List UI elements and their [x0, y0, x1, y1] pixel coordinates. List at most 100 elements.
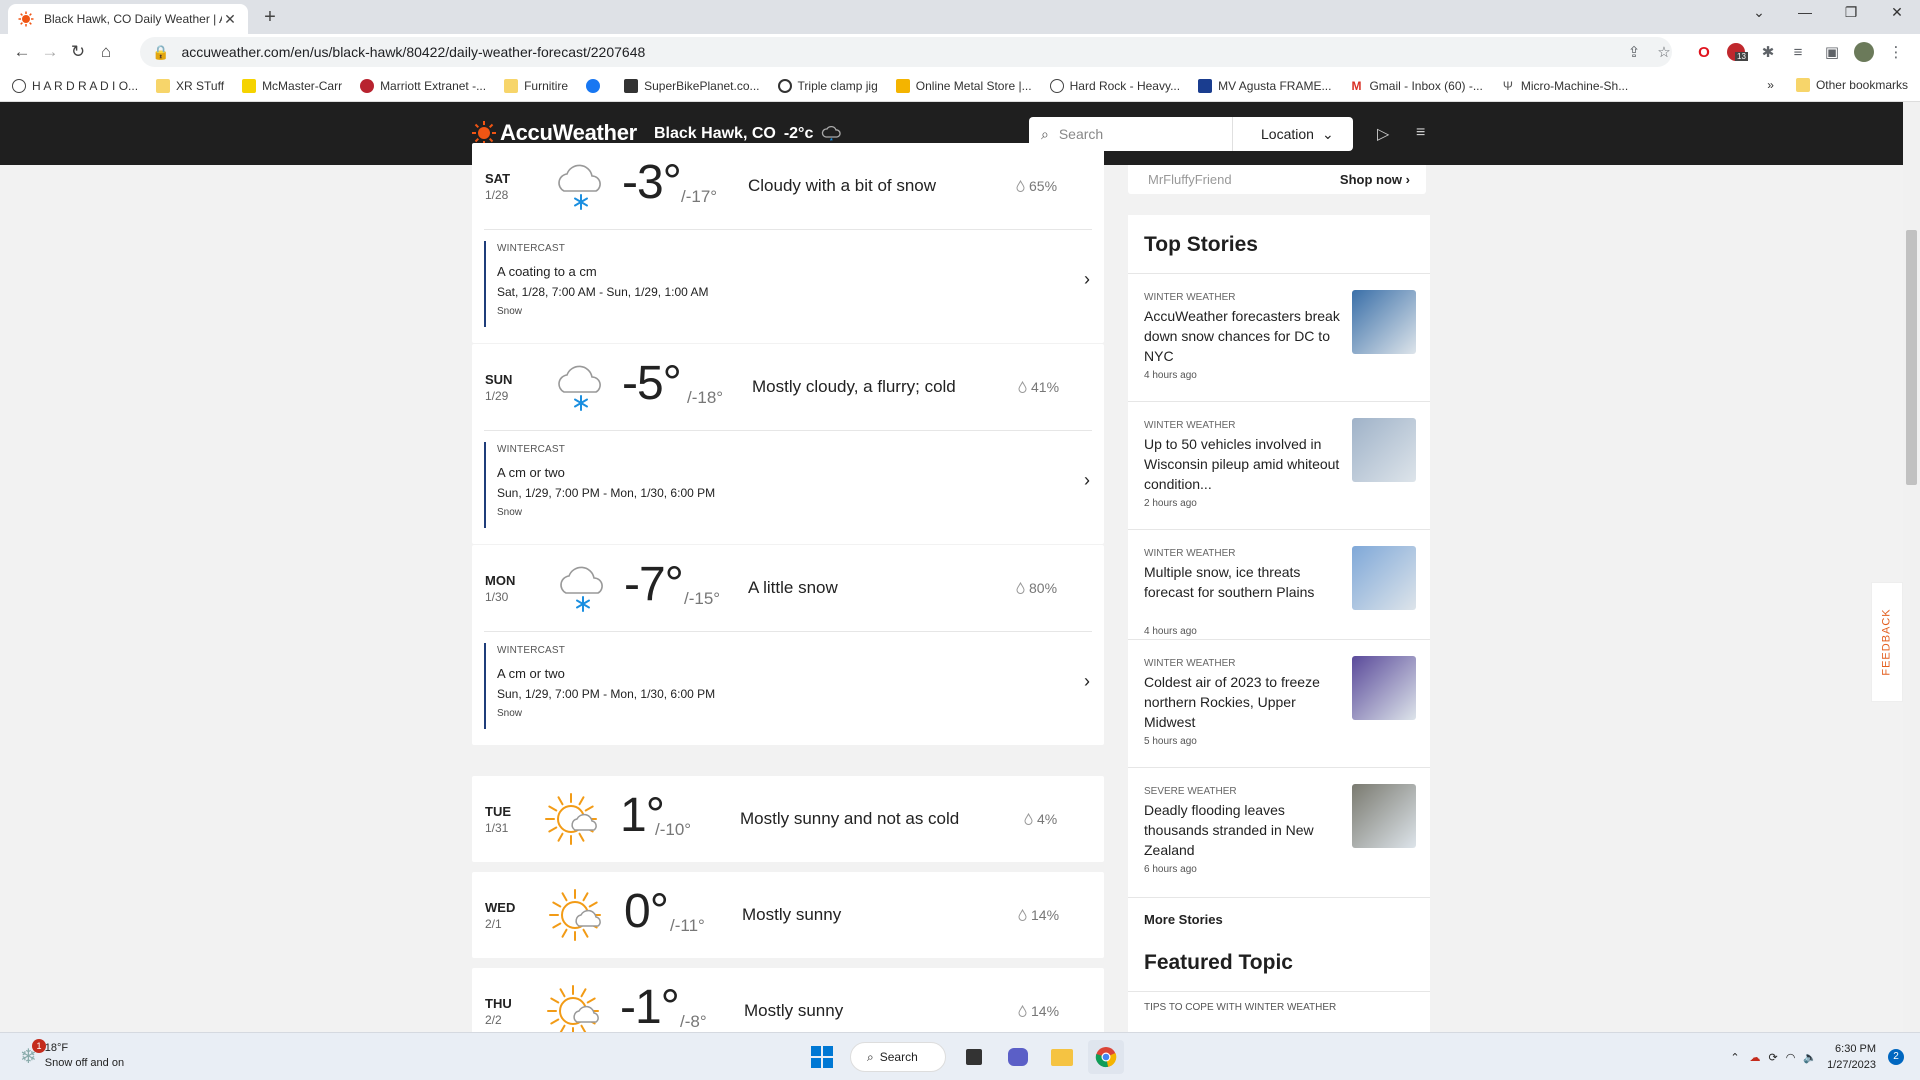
raindrop-icon	[1018, 909, 1027, 921]
bookmark-item[interactable]	[586, 78, 606, 93]
taskbar-search[interactable]: ⌕ Search	[850, 1042, 946, 1072]
shop-now-link[interactable]: Shop now ›	[1340, 172, 1410, 187]
forecast-day-row[interactable]: WED 2/1 0°/-11° Mostly sunny 14%	[472, 872, 1104, 958]
reload-icon[interactable]: ↻	[64, 38, 92, 66]
forecast-card[interactable]: TUE 1/31 1°/-10° Mostly sunny and not as co…	[472, 776, 1104, 862]
video-icon[interactable]: ▷	[1377, 124, 1389, 144]
story-headline[interactable]: Deadly flooding leaves thousands strande…	[1144, 800, 1344, 860]
story-headline[interactable]: Up to 50 vehicles involved in Wisconsin …	[1144, 434, 1344, 494]
story-item[interactable]: WINTER WEATHER Coldest air of 2023 to fre…	[1128, 640, 1430, 768]
story-thumbnail[interactable]	[1352, 656, 1416, 720]
wintercast-panel[interactable]: WINTERCAST A coating to a cm Sat, 1/28, 7:…	[472, 229, 1104, 343]
bookmark-item[interactable]: Online Metal Store |...	[895, 78, 1032, 93]
forecast-card[interactable]: MON 1/30 -7°/-15° A little snow 80% WINTERCAS…	[472, 545, 1104, 745]
file-explorer-icon[interactable]	[1044, 1040, 1080, 1074]
bookmark-item[interactable]: M Gmail - Inbox (60) -...	[1349, 79, 1482, 93]
search-icon: ⌕	[1041, 125, 1049, 142]
chevron-right-icon[interactable]: ›	[1084, 671, 1090, 692]
forecast-day-row[interactable]: THU 2/2 -1°/-8° Mostly sunny 14%	[472, 968, 1104, 1032]
scrollbar[interactable]	[1903, 102, 1920, 1032]
story-headline[interactable]: Multiple snow, ice threats forecast for …	[1144, 562, 1344, 602]
bookmark-item[interactable]: MV Agusta FRAME...	[1198, 78, 1331, 93]
chrome-icon[interactable]	[1088, 1040, 1124, 1074]
search-divider	[1232, 117, 1233, 151]
story-thumbnail[interactable]	[1352, 418, 1416, 482]
scrollbar-thumb[interactable]	[1906, 230, 1917, 485]
story-headline[interactable]: AccuWeather forecasters break down snow …	[1144, 306, 1344, 366]
current-location[interactable]: Black Hawk, CO -2°c *	[654, 124, 843, 144]
story-item[interactable]: WINTER WEATHER AccuWeather forecasters br…	[1128, 274, 1430, 402]
wifi-icon[interactable]: ◠	[1786, 1051, 1796, 1064]
forecast-day-row[interactable]: MON 1/30 -7°/-15° A little snow 80%	[472, 545, 1104, 631]
forecast-day-row[interactable]: SUN 1/29 -5° /-18° Mostly cloudy, a flurry; …	[472, 344, 1104, 430]
featured-topic-item[interactable]: TIPS TO COPE WITH WINTER WEATHER	[1128, 992, 1430, 1023]
forward-icon[interactable]: →	[36, 38, 64, 66]
wintercast-panel[interactable]: WINTERCAST A cm or two Sun, 1/29, 7:00 PM …	[472, 430, 1104, 544]
task-view-icon[interactable]	[956, 1040, 992, 1074]
teams-chat-icon[interactable]	[1000, 1040, 1036, 1074]
browser-tab[interactable]: Black Hawk, CO Daily Weather | A ✕	[8, 4, 248, 34]
opera-extension-icon[interactable]: O	[1692, 40, 1716, 64]
other-bookmarks[interactable]: Other bookmarks	[1816, 78, 1908, 92]
story-item[interactable]: SEVERE WEATHER Deadly flooding leaves tho…	[1128, 768, 1430, 898]
ad-banner[interactable]: MrFluffyFriend Shop now ›	[1128, 165, 1426, 194]
forecast-day-row[interactable]: TUE 1/31 1°/-10° Mostly sunny and not as co…	[472, 776, 1104, 862]
minimize-button[interactable]: —	[1790, 4, 1820, 20]
location-dropdown[interactable]: Location ⌄	[1261, 126, 1334, 143]
forecast-card[interactable]: SUN 1/29 -5° /-18° Mostly cloudy, a flurry; …	[472, 344, 1104, 544]
clock[interactable]: 6:30 PM 1/27/2023	[1827, 1041, 1876, 1073]
forecast-card[interactable]: THU 2/2 -1°/-8° Mostly sunny 14%	[472, 968, 1104, 1032]
bookmark-item[interactable]: XR STuff	[156, 78, 224, 93]
story-thumbnail[interactable]	[1352, 784, 1416, 848]
bookmark-item[interactable]: Marriott Extranet -...	[360, 78, 486, 93]
bookmark-item[interactable]: McMaster-Carr	[242, 78, 342, 93]
close-window-button[interactable]: ✕	[1882, 4, 1912, 21]
story-headline[interactable]: Coldest air of 2023 to freeze northern R…	[1144, 672, 1344, 732]
hamburger-menu-icon[interactable]: ≡	[1416, 124, 1425, 142]
new-tab-button[interactable]: +	[258, 6, 282, 29]
address-bar[interactable]: 🔒 accuweather.com/en/us/black-hawk/80422…	[140, 37, 1672, 67]
more-stories-link[interactable]: More Stories	[1128, 898, 1430, 941]
extension-badge-icon[interactable]: 13	[1724, 40, 1748, 64]
bookmark-item[interactable]: Hard Rock - Heavy...	[1049, 78, 1180, 93]
forecast-card[interactable]: SAT 1/28 -3°/-17° Cloudy with a bit of snow…	[472, 143, 1104, 343]
reading-list-icon[interactable]: ≡	[1786, 40, 1810, 64]
feedback-tab[interactable]: FEEDBACK	[1871, 582, 1903, 702]
sync-icon[interactable]: ⟳	[1769, 1051, 1778, 1064]
forecast-day-row[interactable]: SAT 1/28 -3°/-17° Cloudy with a bit of snow…	[472, 143, 1104, 229]
onedrive-icon[interactable]: ☁	[1750, 1051, 1761, 1064]
bookmark-item[interactable]: SuperBikePlanet.co...	[624, 78, 760, 93]
story-item[interactable]: WINTER WEATHER Multiple snow, ice threats…	[1128, 530, 1430, 640]
tab-search-icon[interactable]: ⌄	[1744, 4, 1774, 21]
bookmark-item[interactable]: Triple clamp jig	[777, 78, 878, 93]
back-icon[interactable]: ←	[8, 38, 36, 66]
volume-icon[interactable]: 🔈	[1803, 1051, 1817, 1064]
close-tab-icon[interactable]: ✕	[222, 11, 238, 28]
share-icon[interactable]: ⇪	[1622, 40, 1646, 64]
extensions-icon[interactable]: ✱	[1756, 40, 1780, 64]
notification-badge[interactable]: 2	[1888, 1049, 1904, 1065]
profile-avatar[interactable]	[1852, 40, 1876, 64]
wintercast-accent-bar	[484, 442, 486, 528]
restore-button[interactable]: ❐	[1836, 4, 1866, 21]
search-input[interactable]: Search	[1059, 126, 1103, 142]
chevron-right-icon[interactable]: ›	[1084, 470, 1090, 491]
windows-start-icon[interactable]	[804, 1040, 840, 1074]
page-content: AccuWeather Black Hawk, CO -2°c * ⌕ Sear…	[0, 102, 1920, 1032]
story-thumbnail[interactable]	[1352, 290, 1416, 354]
bookmark-item[interactable]: Furnitire	[504, 78, 568, 93]
clock-time: 6:30 PM	[1835, 1043, 1876, 1055]
bookmark-item[interactable]: H A R D R A D I O...	[12, 78, 138, 93]
story-item[interactable]: WINTER WEATHER Up to 50 vehicles involved…	[1128, 402, 1430, 530]
side-panel-icon[interactable]: ▣	[1820, 40, 1844, 64]
bookmark-item[interactable]: Ψ Micro-Machine-Sh...	[1501, 79, 1628, 93]
bookmarks-overflow-icon[interactable]: »	[1767, 78, 1774, 92]
bookmark-star-icon[interactable]: ☆	[1652, 40, 1676, 64]
chevron-right-icon[interactable]: ›	[1084, 269, 1090, 290]
forecast-card[interactable]: WED 2/1 0°/-11° Mostly sunny 14%	[472, 872, 1104, 958]
menu-icon[interactable]: ⋮	[1884, 40, 1908, 64]
home-icon[interactable]: ⌂	[92, 38, 120, 66]
story-thumbnail[interactable]	[1352, 546, 1416, 610]
tray-overflow-icon[interactable]: ⌃	[1730, 1051, 1739, 1064]
wintercast-panel[interactable]: WINTERCAST A cm or two Sun, 1/29, 7:00 PM …	[472, 631, 1104, 745]
